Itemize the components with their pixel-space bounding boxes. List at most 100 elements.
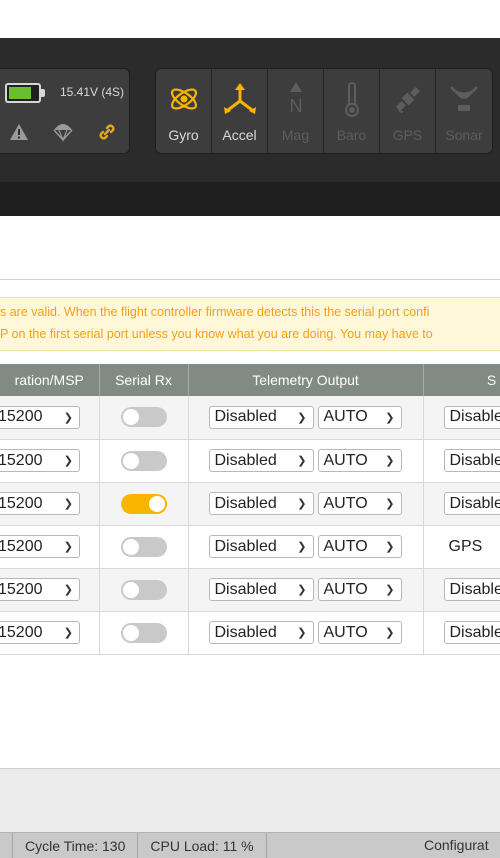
table-row: 15200 ❯ Disabled ❯ AUTO ❯ Disable [0,396,500,440]
chevron-down-icon: ❯ [297,455,307,467]
table-row: 15200 ❯ Disabled ❯ AUTO ❯ Disable [0,568,500,612]
battery-voltage: 15.41V (4S) [60,85,125,99]
status-bar: Cycle Time: 130 CPU Load: 11 % Configura… [0,832,500,858]
select-value: Disabled [214,408,277,426]
column-header-telemetry: Telemetry Output [188,364,424,396]
note-divider [0,279,500,280]
chevron-down-icon: ❯ [63,411,73,424]
chevron-down-icon: ❯ [63,498,73,510]
sensor-select[interactable]: Disable [443,578,500,601]
telemetry-select[interactable]: Disabled ❯ [208,449,314,472]
telemetry-baud-select[interactable]: AUTO ❯ [317,578,402,601]
battery-terminal [41,89,45,97]
sensor-label: Accel [222,127,257,143]
sensor-select[interactable]: GPS [449,538,483,555]
sensor-gyro: Gyro [156,69,212,153]
status-icons [7,121,119,143]
sensor-select[interactable]: Disable [443,621,500,644]
select-value: Disable [449,451,500,469]
chevron-down-icon: ❯ [297,411,307,424]
column-header-msp: ration/MSP [0,364,100,396]
chevron-down-icon: ❯ [385,627,395,639]
sensor-label: Sonar [445,127,483,143]
toggle-knob [122,581,139,598]
ports-note: s are valid. When the flight controller … [0,297,500,351]
gyro-icon [168,81,200,117]
telemetry-baud-select[interactable]: AUTO ❯ [317,405,402,429]
serial-rx-toggle[interactable] [120,493,167,514]
sensor-label: Baro [336,127,367,143]
select-value: Disable [449,494,500,512]
toggle-knob [122,409,139,426]
sensor-label: GPS [392,127,423,143]
sensor-label: Mag [281,127,310,143]
sensor-gps: GPS [380,69,436,153]
telemetry-baud-select[interactable]: AUTO ❯ [317,449,402,472]
select-value: 15200 [0,623,43,641]
ports-table: ration/MSP Serial Rx Telemetry Output S … [0,364,500,655]
telemetry-baud-select[interactable]: AUTO ❯ [317,492,402,515]
note-line-1: s are valid. When the flight controller … [0,305,430,319]
telemetry-select[interactable]: Disabled ❯ [208,535,314,558]
msp-baud-select[interactable]: 15200 ❯ [0,578,80,601]
mag-compass-icon: N [284,81,308,117]
select-value: Disabled [214,537,277,555]
msp-baud-select[interactable]: 15200 ❯ [0,405,80,429]
toggle-knob [122,452,139,469]
telemetry-baud-select[interactable]: AUTO ❯ [317,535,402,558]
serial-rx-toggle[interactable] [120,536,167,557]
gps-satellite-icon [393,81,423,117]
chevron-down-icon: ❯ [63,627,73,639]
toggle-knob [122,538,139,555]
serial-rx-toggle[interactable] [120,622,167,643]
table-row: 15200 ❯ Disabled ❯ AUTO ❯ Disable [0,611,500,655]
msp-baud-select[interactable]: 15200 ❯ [0,449,80,472]
select-value: AUTO [323,537,368,555]
chevron-down-icon: ❯ [385,455,395,467]
select-value: Disable [449,580,500,598]
select-value: Disable [449,623,500,641]
chevron-down-icon: ❯ [385,541,395,553]
accel-icon [223,81,257,117]
chevron-down-icon: ❯ [297,498,307,510]
select-value: Disabled [214,451,277,469]
serial-rx-toggle[interactable] [120,407,167,428]
sensor-accel: Accel [212,69,268,153]
select-value: Disabled [214,623,277,641]
msp-baud-select[interactable]: 15200 ❯ [0,535,80,558]
select-value: AUTO [323,451,368,469]
msp-baud-select[interactable]: 15200 ❯ [0,621,80,644]
chevron-down-icon: ❯ [385,584,395,596]
sensor-select[interactable]: Disable [443,405,500,429]
sensor-baro: Baro [324,69,380,153]
ports-header-row: ration/MSP Serial Rx Telemetry Output S [0,364,500,396]
telemetry-baud-select[interactable]: AUTO ❯ [317,621,402,644]
sensor-sonar: Sonar [436,69,492,153]
msp-baud-select[interactable]: 15200 ❯ [0,492,80,515]
serial-rx-toggle[interactable] [120,579,167,600]
select-value: 15200 [0,537,43,555]
sensor-select[interactable]: Disable [443,492,500,515]
note-line-2: P on the first serial port unless you kn… [0,327,433,341]
status-segment [0,832,13,858]
battery-level [9,87,31,99]
serial-rx-toggle[interactable] [120,450,167,471]
sensor-panel: Gyro Accel N Mag Baro GPS Sonar [155,68,493,154]
select-value: 15200 [0,408,43,426]
sonar-icon [448,81,480,117]
select-value: 15200 [0,494,43,512]
toggle-knob [148,495,165,512]
cpu-load: CPU Load: 11 % [138,832,267,858]
sensor-select[interactable]: Disable [443,449,500,472]
telemetry-select[interactable]: Disabled ❯ [208,405,314,429]
column-header-sensors: S [423,364,500,396]
telemetry-select[interactable]: Disabled ❯ [208,578,314,601]
telemetry-select[interactable]: Disabled ❯ [208,621,314,644]
column-header-serial-rx: Serial Rx [99,364,189,396]
table-row: 15200 ❯ Disabled ❯ AUTO ❯ Disable [0,482,500,526]
select-value: 15200 [0,451,43,469]
telemetry-select[interactable]: Disabled ❯ [208,492,314,515]
table-row: 15200 ❯ Disabled ❯ AUTO ❯ GPS [0,525,500,569]
chevron-down-icon: ❯ [63,584,73,596]
sensor-mag: N Mag [268,69,324,153]
